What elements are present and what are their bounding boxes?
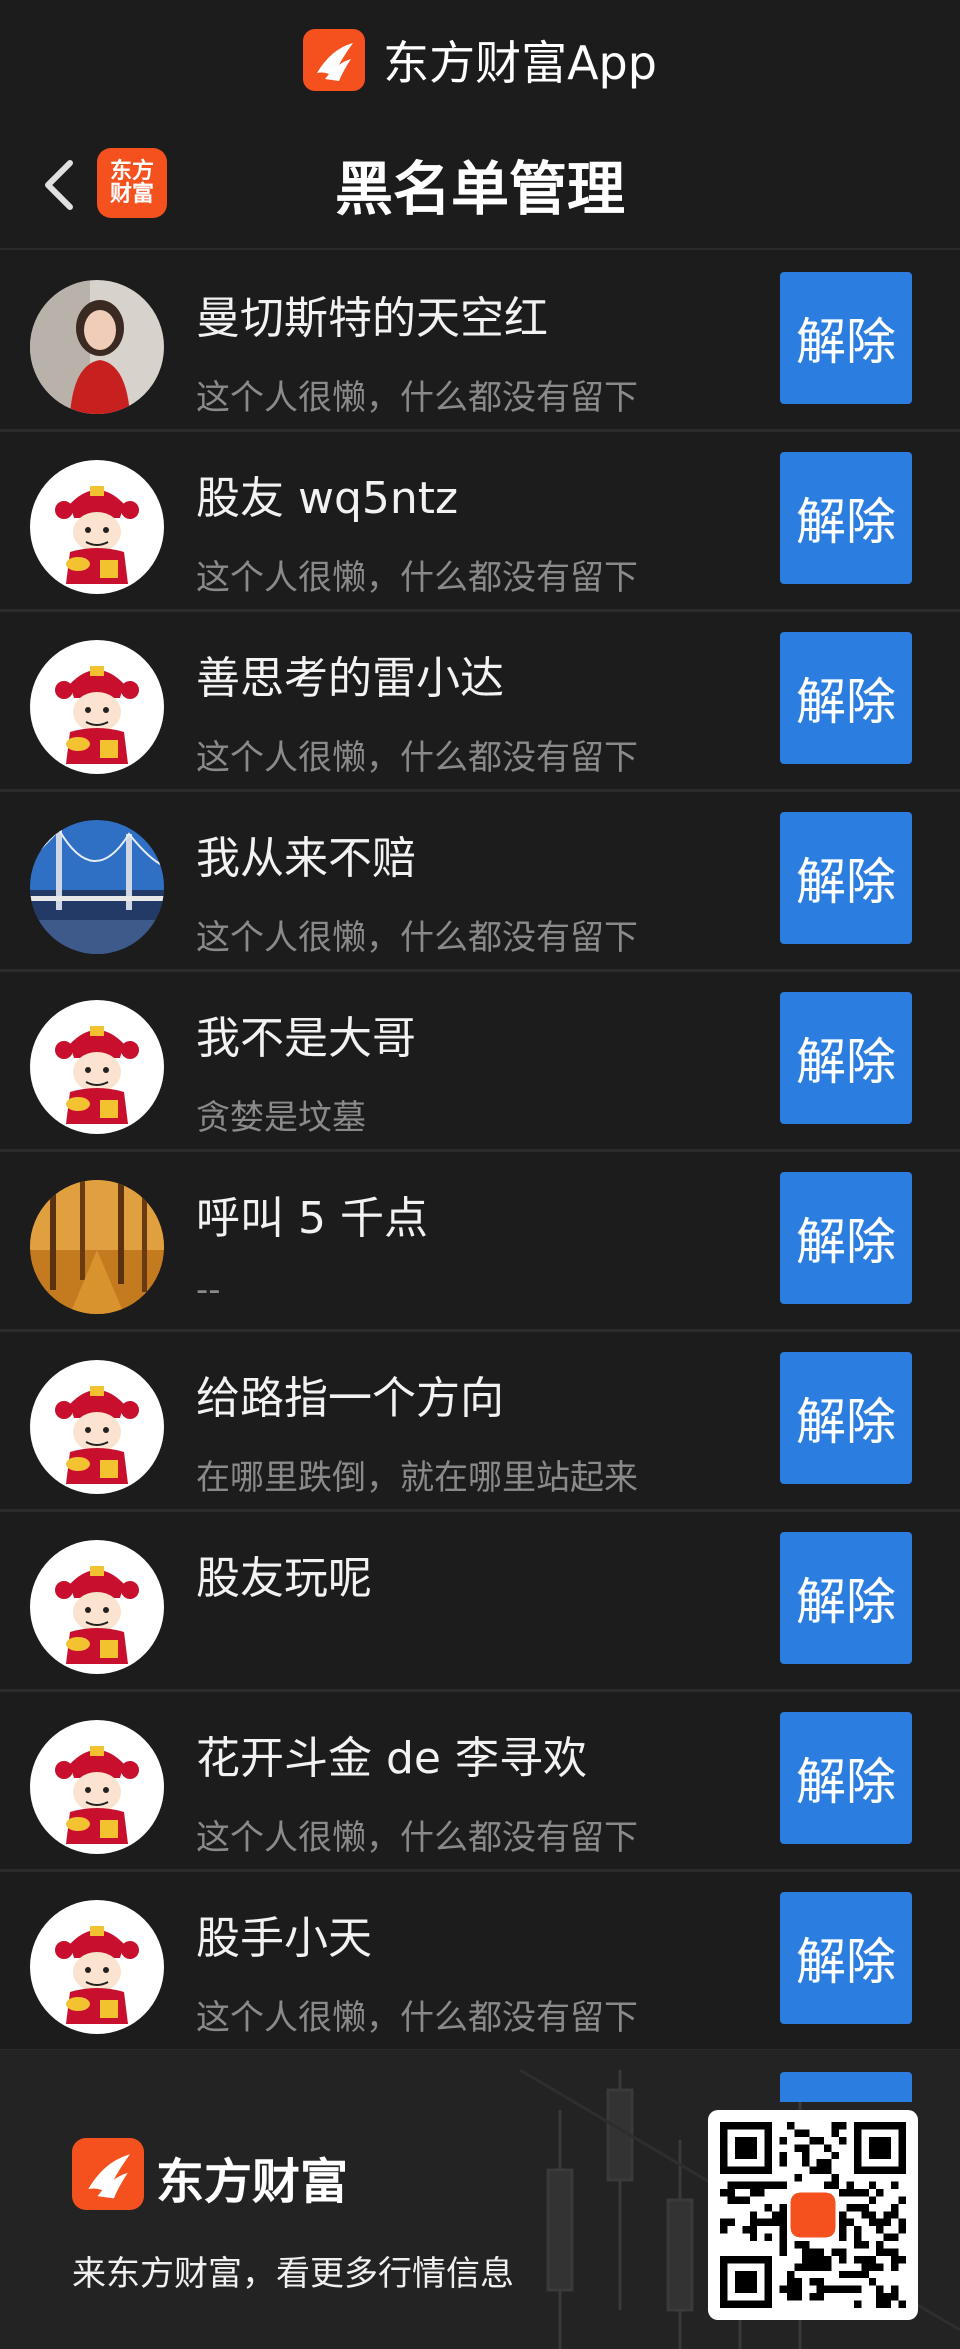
- unblock-button[interactable]: 解除: [780, 1712, 912, 1844]
- avatar[interactable]: [30, 1720, 164, 1854]
- avatar[interactable]: [30, 1540, 164, 1674]
- avatar[interactable]: [30, 1900, 164, 2034]
- user-name: 股友 wq5ntz: [196, 473, 459, 524]
- user-name: 我不是大哥: [196, 1013, 416, 1064]
- eastmoney-logo-icon: [303, 29, 366, 91]
- avatar[interactable]: [30, 820, 164, 954]
- blacklist: 曼切斯特的天空红 这个人很懒，什么都没有留下 解除 股友 wq5ntz 这个人很懒，什么…: [0, 252, 960, 2052]
- list-item: 花开斗金 de 李寻欢这个人很懒，什么都没有留下 解除: [0, 1692, 960, 1872]
- unblock-button[interactable]: 解除: [780, 272, 912, 404]
- app-header: 东方财富App: [0, 0, 960, 120]
- user-signature: 这个人很懒，什么都没有留下: [196, 558, 638, 598]
- avatar[interactable]: [30, 640, 164, 774]
- user-name: 我从来不赔: [196, 833, 416, 884]
- unblock-button[interactable]: 解除: [780, 1172, 912, 1304]
- list-item: 股手小天这个人很懒，什么都没有留下 解除: [0, 1872, 960, 2052]
- promo-footer: 东方财富 来东方财富，看更多行情信息: [0, 2050, 960, 2349]
- user-signature: 这个人很懒，什么都没有留下: [196, 738, 638, 778]
- list-item: 给路指一个方向在哪里跌倒，就在哪里站起来 解除: [0, 1332, 960, 1512]
- avatar[interactable]: [30, 1180, 164, 1314]
- unblock-button[interactable]: 解除: [780, 1352, 912, 1484]
- unblock-button[interactable]: 解除: [780, 812, 912, 944]
- unblock-button[interactable]: 解除: [780, 992, 912, 1124]
- nav-bar: 东方 财富 黑名单管理: [0, 120, 960, 250]
- user-name: 善思考的雷小达: [196, 653, 504, 704]
- user-name: 股友玩呢: [196, 1553, 372, 1604]
- avatar[interactable]: [30, 280, 164, 414]
- list-item: 股友玩呢 解除: [0, 1512, 960, 1692]
- list-item: 呼叫 5 千点 -- 解除: [0, 1152, 960, 1332]
- avatar[interactable]: [30, 1360, 164, 1494]
- avatar[interactable]: [30, 460, 164, 594]
- unblock-button-peek: [780, 2072, 912, 2102]
- list-item: 我从来不赔这个人很懒，什么都没有留下 解除: [0, 792, 960, 972]
- unblock-button[interactable]: 解除: [780, 1892, 912, 2024]
- list-item: 善思考的雷小达这个人很懒，什么都没有留下 解除: [0, 612, 960, 792]
- list-item: 股友 wq5ntz 这个人很懒，什么都没有留下 解除: [0, 432, 960, 612]
- unblock-button[interactable]: 解除: [780, 632, 912, 764]
- user-signature: 贪婪是坟墓: [196, 1098, 366, 1138]
- user-signature: 这个人很懒，什么都没有留下: [196, 1818, 638, 1858]
- list-item: 我不是大哥贪婪是坟墓 解除: [0, 972, 960, 1152]
- user-name: 给路指一个方向: [196, 1373, 504, 1424]
- user-name: 花开斗金 de 李寻欢: [196, 1733, 587, 1784]
- user-signature: 这个人很懒，什么都没有留下: [196, 378, 638, 418]
- user-name: 曼切斯特的天空红: [196, 293, 548, 344]
- list-item: 曼切斯特的天空红这个人很懒，什么都没有留下 解除: [0, 252, 960, 432]
- eastmoney-footer-logo-icon: [72, 2138, 144, 2210]
- app-title: 东方财富App: [383, 36, 657, 90]
- user-signature: 这个人很懒，什么都没有留下: [196, 918, 638, 958]
- user-name: 股手小天: [196, 1913, 372, 1964]
- user-signature: 在哪里跌倒，就在哪里站起来: [196, 1458, 638, 1498]
- avatar[interactable]: [30, 1000, 164, 1134]
- user-signature: 这个人很懒，什么都没有留下: [196, 1998, 638, 2038]
- user-signature: --: [196, 1270, 221, 1310]
- qr-code-icon: [708, 2110, 918, 2320]
- user-name: 呼叫 5 千点: [196, 1193, 428, 1244]
- footer-brand: 东方财富: [156, 2154, 349, 2210]
- unblock-button[interactable]: 解除: [780, 452, 912, 584]
- unblock-button[interactable]: 解除: [780, 1532, 912, 1664]
- footer-slogan: 来东方财富，看更多行情信息: [72, 2254, 514, 2294]
- page-title: 黑名单管理: [334, 155, 625, 223]
